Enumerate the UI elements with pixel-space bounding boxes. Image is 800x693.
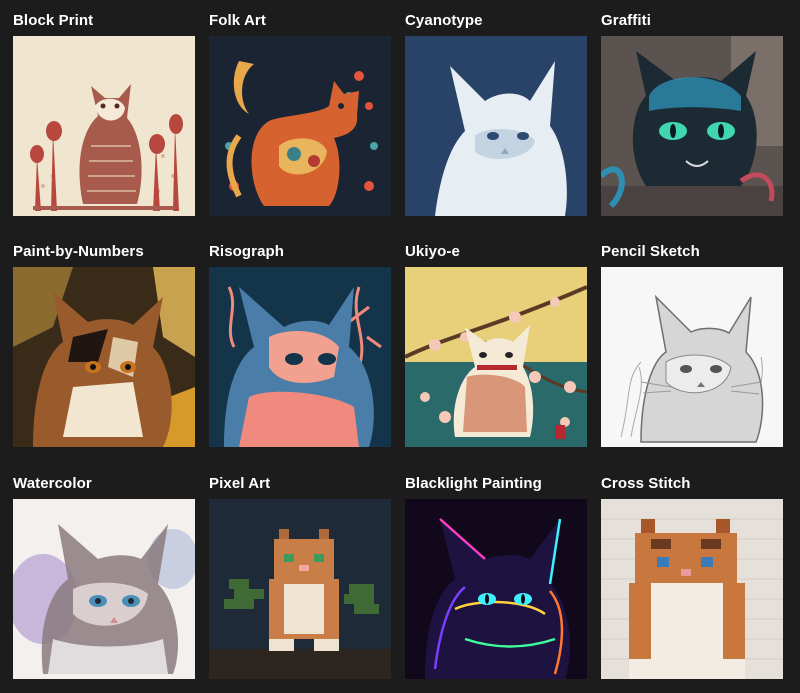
style-image-pixel-art[interactable]: [209, 499, 391, 679]
ukiyo-e-cat-image: [405, 267, 587, 447]
cyanotype-cat-image: [405, 36, 587, 216]
style-label: Blacklight Painting: [405, 475, 542, 492]
style-label: Folk Art: [209, 12, 266, 29]
style-image-folk-art[interactable]: [209, 36, 391, 216]
style-image-cross-stitch[interactable]: [601, 499, 783, 679]
style-image-ukiyo-e[interactable]: [405, 267, 587, 447]
style-label: Pixel Art: [209, 475, 271, 492]
style-gallery: Block Print Folk Art Cyanotype Graffiti …: [0, 0, 800, 693]
paint-by-numbers-cat-image: [13, 267, 195, 447]
style-image-block-print[interactable]: [13, 36, 195, 216]
watercolor-cat-image: [13, 499, 195, 679]
pencil-sketch-cat-image: [601, 267, 783, 447]
risograph-cat-image: [209, 267, 391, 447]
style-label: Watercolor: [13, 475, 92, 492]
style-image-graffiti[interactable]: [601, 36, 783, 216]
pixel-art-cat-image: [209, 499, 391, 679]
style-image-risograph[interactable]: [209, 267, 391, 447]
style-image-blacklight-painting[interactable]: [405, 499, 587, 679]
style-label: Ukiyo-e: [405, 243, 460, 260]
style-label: Risograph: [209, 243, 285, 260]
style-label: Cyanotype: [405, 12, 483, 29]
block-print-cat-image: [13, 36, 195, 216]
style-image-pencil-sketch[interactable]: [601, 267, 783, 447]
style-image-watercolor[interactable]: [13, 499, 195, 679]
style-label: Pencil Sketch: [601, 243, 700, 260]
style-label: Paint-by-Numbers: [13, 243, 144, 260]
style-label: Block Print: [13, 12, 94, 29]
cross-stitch-cat-image: [601, 499, 783, 679]
graffiti-cat-image: [601, 36, 783, 216]
blacklight-painting-cat-image: [405, 499, 587, 679]
style-label: Cross Stitch: [601, 475, 691, 492]
style-image-paint-by-numbers[interactable]: [13, 267, 195, 447]
style-image-cyanotype[interactable]: [405, 36, 587, 216]
folk-art-cat-image: [209, 36, 391, 216]
style-label: Graffiti: [601, 12, 651, 29]
